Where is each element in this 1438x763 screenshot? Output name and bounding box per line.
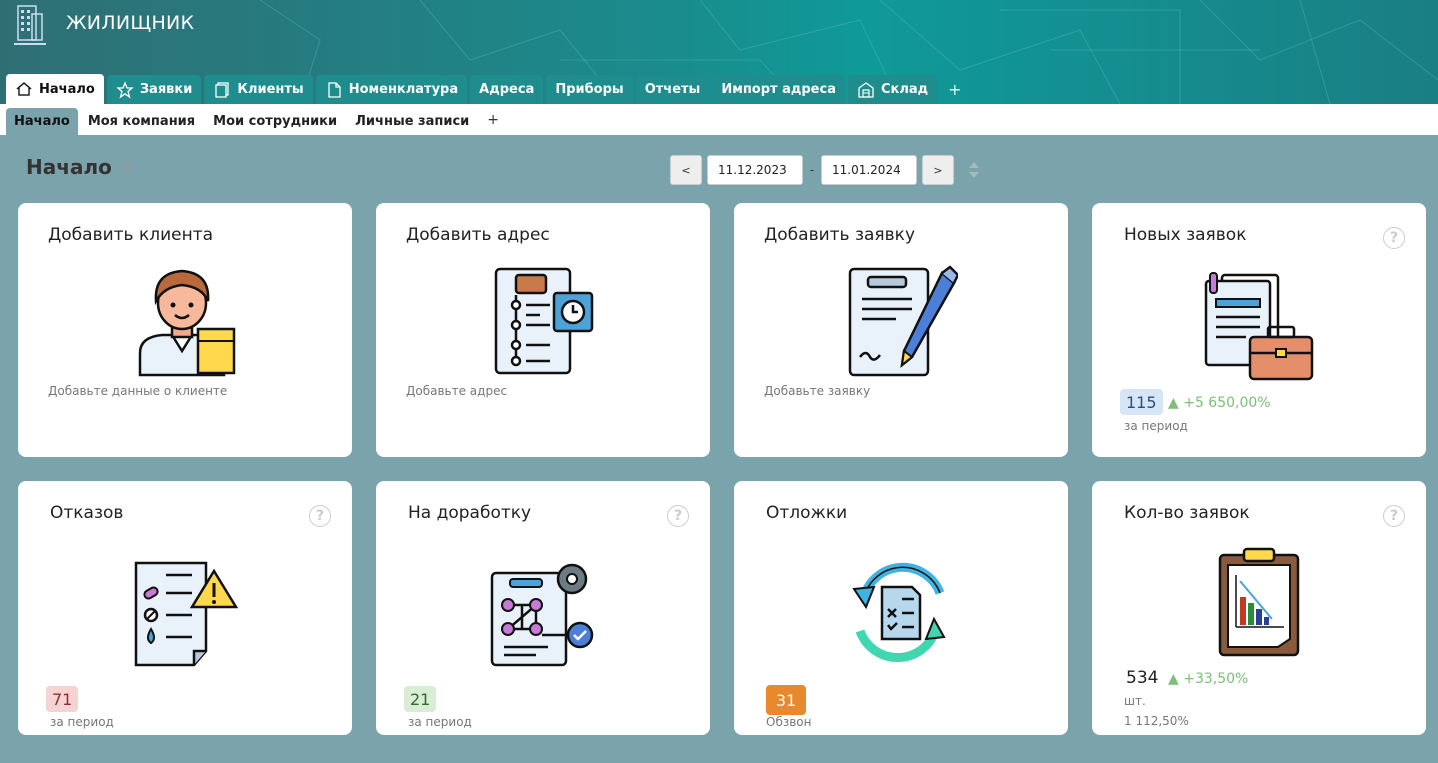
rework-card[interactable]: На доработку ? 21 за период (376, 481, 710, 735)
requests-count-delta: ▲ +33,50% (1168, 671, 1249, 687)
sort-arrows-icon[interactable] (967, 160, 981, 180)
tab-label: Номенклатура (348, 82, 459, 97)
page-title-text: Начало (26, 155, 112, 179)
new-requests-card[interactable]: Новых заявок ? 115 ▲ +5 650,00% за перио… (1092, 203, 1426, 457)
copy-icon (215, 81, 229, 98)
period-note: за период (408, 715, 472, 729)
subtab-personal-notes[interactable]: Личные записи (347, 108, 477, 135)
new-requests-count-badge: 115 (1120, 389, 1163, 415)
tab-reports[interactable]: Отчеты (635, 75, 710, 104)
help-icon[interactable]: ? (1383, 505, 1405, 527)
card-subtitle: Добавьте заявку (764, 384, 871, 398)
period-note: за период (1124, 419, 1188, 433)
tab-label: Импорт адреса (721, 82, 836, 97)
gear-icon[interactable] (118, 158, 136, 176)
building-logo-icon (14, 5, 46, 45)
subtab-home[interactable]: Начало (6, 108, 78, 135)
card-title: Добавить адрес (406, 225, 550, 245)
tab-label: Заявки (139, 82, 193, 97)
documents-briefcase-icon (1204, 272, 1314, 381)
app-title: ЖИЛИЩНИК (66, 12, 195, 34)
tab-clients[interactable]: Клиенты (204, 75, 313, 104)
tab-import-address[interactable]: Импорт адреса (712, 75, 845, 104)
star-icon (116, 80, 134, 99)
help-icon[interactable]: ? (667, 505, 689, 527)
card-subtitle: Добавьте данные о клиенте (48, 384, 228, 398)
help-icon[interactable]: ? (309, 505, 331, 527)
warning-document-icon (134, 561, 238, 667)
card-title: На доработку (408, 503, 532, 523)
date-separator: - (809, 163, 815, 177)
requests-count-card[interactable]: Кол-во заявок ? 534 ▲ +33,50% шт. 1 112,… (1092, 481, 1426, 735)
refresh-document-icon (852, 562, 946, 663)
rework-count-badge: 21 (404, 686, 437, 712)
tab-warehouse[interactable]: Склад (847, 75, 938, 104)
add-client-card[interactable]: Добавить клиента Добавьте данные о клиен… (18, 203, 352, 457)
page-title: Начало (26, 155, 136, 179)
tab-nomenclature[interactable]: Номенклатура (315, 75, 468, 104)
workflow-settings-icon (490, 563, 594, 667)
period-selector: < - > (670, 155, 981, 185)
file-icon (328, 81, 341, 98)
clipboard-chart-icon (1218, 547, 1300, 657)
add-subtab-button[interactable]: + (479, 108, 507, 135)
card-title: Отложки (766, 503, 848, 523)
tab-requests[interactable]: Заявки (106, 75, 202, 104)
subtab-my-company[interactable]: Моя компания (80, 108, 203, 135)
refusals-card[interactable]: Отказов ? 71 за период (18, 481, 352, 735)
add-address-card[interactable]: Добавить адрес Добавьте адрес (376, 203, 710, 457)
tab-label: Приборы (555, 82, 624, 97)
tab-home[interactable]: Начало (6, 74, 104, 104)
warehouse-icon (858, 81, 874, 98)
prev-period-button[interactable]: < (670, 155, 702, 185)
card-title: Отказов (50, 503, 124, 523)
app-header: ЖИЛИЩНИК Начало Заявки Клиенты Номенклат… (0, 0, 1438, 104)
add-request-card[interactable]: Добавить заявку Добавьте заявку (734, 203, 1068, 457)
home-icon (16, 82, 32, 96)
tab-label: Адреса (479, 82, 535, 97)
card-title: Добавить клиента (48, 225, 214, 245)
tab-label: Клиенты (237, 82, 304, 97)
request-form-pen-icon (848, 265, 958, 377)
next-period-button[interactable]: > (922, 155, 954, 185)
postponed-card[interactable]: Отложки 31 Обзвон (734, 481, 1068, 735)
refusals-count-badge: 71 (46, 686, 79, 712)
unit-label: шт. (1124, 694, 1146, 708)
card-subtitle: Добавьте адрес (406, 384, 508, 398)
address-document-icon (494, 267, 594, 375)
card-title: Кол-во заявок (1124, 503, 1250, 523)
tab-label: Склад (880, 82, 929, 97)
tab-label: Отчеты (644, 82, 701, 97)
requests-count-value: 534 (1126, 668, 1159, 688)
tab-label: Начало (39, 81, 95, 97)
date-to-input[interactable] (821, 155, 917, 185)
tab-addresses[interactable]: Адреса (470, 75, 544, 104)
percent-note: 1 112,50% (1124, 714, 1189, 728)
card-title: Добавить заявку (764, 225, 916, 245)
tab-devices[interactable]: Приборы (546, 75, 633, 104)
date-from-input[interactable] (707, 155, 803, 185)
sub-tab-bar: Начало Моя компания Мои сотрудники Личны… (0, 104, 1438, 135)
subtab-my-employees[interactable]: Мои сотрудники (205, 108, 345, 135)
card-title: Новых заявок (1124, 225, 1247, 245)
callback-note: Обзвон (766, 715, 812, 729)
add-tab-button[interactable]: + (940, 75, 969, 104)
postponed-count-badge: 31 (766, 685, 806, 715)
new-requests-delta: ▲ +5 650,00% (1168, 395, 1271, 411)
client-person-icon (138, 269, 236, 377)
main-tabs: Начало Заявки Клиенты Номенклатура Адрес… (6, 74, 970, 104)
period-note: за период (50, 715, 114, 729)
help-icon[interactable]: ? (1383, 227, 1405, 249)
